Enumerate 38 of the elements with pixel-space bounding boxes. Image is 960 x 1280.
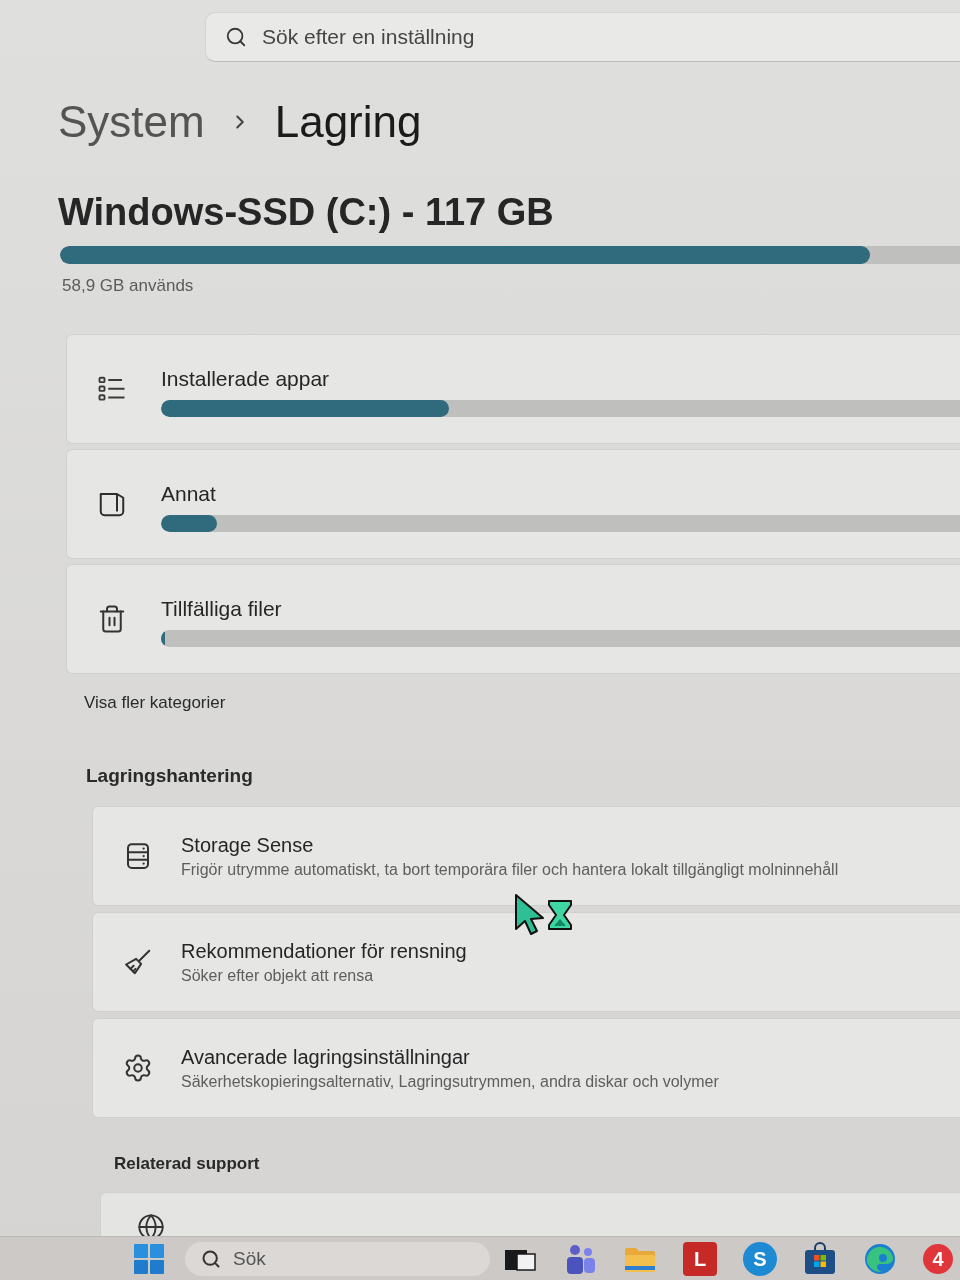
usage-text: 58,9 GB används xyxy=(62,275,194,297)
store-bag-icon[interactable] xyxy=(803,1241,837,1276)
globe-icon xyxy=(137,1213,165,1236)
setting-title: Rekommendationer för rensning xyxy=(181,938,467,963)
setting-description: Säkerhetskopieringsalternativ, Lagringsutrymmen, andra diskar och volymer xyxy=(181,1071,719,1092)
start-icon[interactable] xyxy=(133,1242,165,1275)
category-card[interactable]: Installerade appar xyxy=(66,334,960,444)
search-field[interactable]: Sök efter en inställning xyxy=(205,12,960,62)
category-card[interactable]: Tillfälliga filer xyxy=(66,564,960,674)
setting-card[interactable]: Avancerade lagringsinställningar Säkerhetskopieringsalternativ, Lagringsutrymmen, andra diskar och volymer xyxy=(92,1018,960,1118)
app-circle[interactable]: 4 xyxy=(923,1243,953,1274)
setting-card[interactable]: Storage Sense Frigör utrymme automatiskt, ta bort temporära filer och hantera lokalt tillgängligt molninnehåll xyxy=(92,806,960,906)
taskbar-search-field[interactable]: Sök xyxy=(185,1241,490,1276)
setting-description: Söker efter objekt att rensa xyxy=(181,965,374,986)
setting-card[interactable]: Rekommendationer för rensning Söker efter objekt att rensa xyxy=(92,912,960,1012)
section-heading: Relaterad support xyxy=(114,1153,260,1175)
browser-swirl-icon[interactable] xyxy=(863,1241,897,1276)
setting-title: Avancerade lagringsinställningar xyxy=(181,1044,470,1069)
trash-icon xyxy=(97,604,127,634)
broom-icon xyxy=(123,947,153,977)
show-more-link[interactable]: Visa fler kategorier xyxy=(84,692,226,714)
page-title: Lagring xyxy=(274,96,422,148)
settings-icon xyxy=(123,1053,153,1083)
list-icon xyxy=(97,374,127,404)
search-icon xyxy=(225,26,247,48)
category-label: Tillfälliga filer xyxy=(161,597,282,621)
category-card[interactable]: Annat xyxy=(66,449,960,559)
drive-title: Windows-SSD (C:) - 117 GB xyxy=(58,190,554,235)
breadcrumb-link[interactable]: System xyxy=(58,92,205,152)
app-tile[interactable]: L xyxy=(683,1241,717,1276)
category-label: Installerade appar xyxy=(161,367,330,391)
section-heading: Lagringshantering xyxy=(86,764,253,788)
busy-cursor-icon xyxy=(513,893,575,937)
category-label: Annat xyxy=(161,482,216,506)
setting-title: Storage Sense xyxy=(181,832,314,857)
app-circle[interactable]: S xyxy=(743,1241,777,1276)
setting-description: Frigör utrymme automatiskt, ta bort temporära filer och hantera lokalt tillgängligt molninnehåll xyxy=(181,859,839,880)
search-icon xyxy=(201,1248,221,1269)
